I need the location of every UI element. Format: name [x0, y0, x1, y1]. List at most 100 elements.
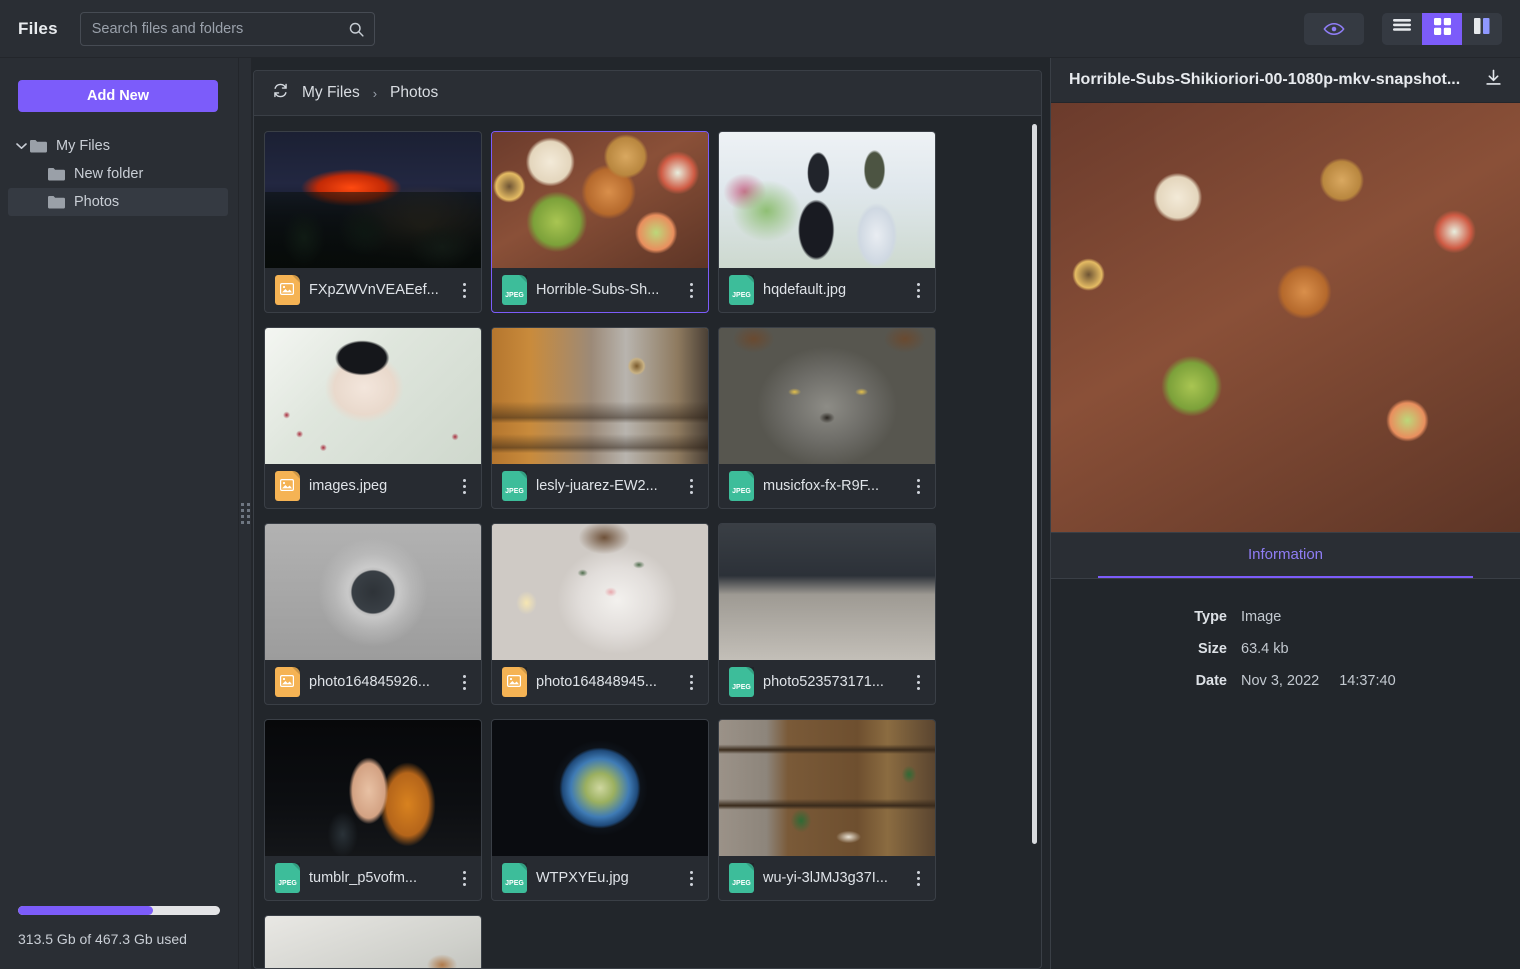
grid-view-button[interactable] [1422, 13, 1462, 45]
details-header: Horrible-Subs-Shikioriori-00-1080p-mkv-s… [1051, 58, 1520, 103]
file-menu-button[interactable] [908, 871, 928, 886]
tree-item-my-files[interactable]: My Files [8, 132, 228, 160]
file-name: wu-yi-3lJMJ3g37I... [763, 870, 899, 886]
file-card[interactable]: photo164848945... [491, 523, 709, 705]
search-field[interactable] [80, 12, 375, 46]
file-name: WTPXYEu.jpg [536, 870, 672, 886]
storage-bar [18, 906, 220, 915]
details-panel: Horrible-Subs-Shikioriori-00-1080p-mkv-s… [1050, 58, 1520, 969]
file-card-footer: JPEGHorrible-Subs-Sh... [492, 268, 708, 312]
vertical-scrollbar[interactable] [1032, 124, 1037, 844]
file-card-footer: JPEG wu-yi-3lJMJ3g37I... [719, 856, 935, 900]
folder-tree: My Files New folder Photos [0, 132, 238, 216]
refresh-icon[interactable] [272, 82, 289, 104]
info-key: Type [1051, 609, 1241, 625]
tab-information[interactable]: Information [1098, 533, 1473, 578]
storage-label: 313.5 Gb of 467.3 Gb used [18, 931, 220, 947]
picture-glyph-icon [280, 479, 294, 491]
file-thumbnail [265, 720, 481, 856]
file-menu-button[interactable] [681, 283, 701, 298]
thumbnail-image [719, 132, 935, 268]
file-card[interactable]: JPEGHorrible-Subs-Sh... [491, 131, 709, 313]
file-browser: My Files › Photos FXpZWVnVEAEef...JPEGHo… [253, 70, 1042, 969]
thumbnail-image [719, 524, 935, 660]
image-file-icon [502, 667, 527, 697]
download-button[interactable] [1482, 68, 1504, 92]
file-menu-button[interactable] [681, 675, 701, 690]
file-menu-button[interactable] [908, 479, 928, 494]
file-thumbnail [492, 720, 708, 856]
search-input[interactable] [81, 13, 374, 45]
file-type-badge: JPEG [278, 880, 297, 887]
jpeg-file-icon: JPEG [275, 863, 300, 893]
thumbnail-image [265, 132, 481, 268]
file-name: musicfox-fx-R9F... [763, 478, 899, 494]
file-thumbnail [265, 132, 481, 268]
file-card[interactable]: images.jpeg [264, 327, 482, 509]
file-menu-button[interactable] [454, 479, 474, 494]
thumbnail-image [265, 328, 481, 464]
info-key: Size [1051, 641, 1241, 657]
jpeg-file-icon: JPEG [729, 863, 754, 893]
jpeg-file-icon: JPEG [502, 863, 527, 893]
columns-view-button[interactable] [1462, 13, 1502, 45]
grid-view-icon [1434, 18, 1451, 40]
file-name: lesly-juarez-EW2... [536, 478, 672, 494]
thumbnail-image [492, 132, 708, 268]
file-name: tumblr_p5vofm... [309, 870, 445, 886]
storage-bar-fill [18, 906, 153, 915]
file-card-footer: JPEG musicfox-fx-R9F... [719, 464, 935, 508]
file-menu-button[interactable] [454, 675, 474, 690]
file-card[interactable]: photo164845926... [264, 523, 482, 705]
file-menu-button[interactable] [681, 871, 701, 886]
tree-item-photos[interactable]: Photos [8, 188, 228, 216]
preview-toggle-button[interactable] [1304, 13, 1364, 45]
breadcrumb-item-photos[interactable]: Photos [390, 84, 438, 102]
file-card[interactable] [264, 915, 482, 968]
sidebar-resize-handle[interactable] [239, 58, 252, 969]
file-card[interactable]: FXpZWVnVEAEef... [264, 131, 482, 313]
file-thumbnail [492, 132, 708, 268]
info-row: DateNov 3, 202214:37:40 [1051, 673, 1520, 689]
info-value-main: Image [1241, 609, 1281, 625]
columns-view-icon [1474, 18, 1490, 39]
file-menu-button[interactable] [454, 871, 474, 886]
file-card-footer: photo164845926... [265, 660, 481, 704]
breadcrumb-separator: › [373, 86, 377, 101]
info-value-main: 63.4 kb [1241, 641, 1289, 657]
file-card-footer: images.jpeg [265, 464, 481, 508]
file-card[interactable]: JPEGhqdefault.jpg [718, 131, 936, 313]
storage-meter: 313.5 Gb of 467.3 Gb used [0, 906, 238, 969]
details-file-name: Horrible-Subs-Shikioriori-00-1080p-mkv-s… [1069, 71, 1472, 89]
file-card[interactable]: JPEGphoto523573171... [718, 523, 936, 705]
file-card[interactable]: JPEG WTPXYEu.jpg [491, 719, 709, 901]
image-file-icon [275, 667, 300, 697]
top-bar: Files [0, 0, 1520, 58]
thumbnail-image [492, 328, 708, 464]
chevron-down-icon[interactable] [12, 142, 30, 150]
file-card[interactable]: JPEG tumblr_p5vofm... [264, 719, 482, 901]
sidebar: Add New My Files New folder [0, 58, 239, 969]
file-card-footer: JPEGhqdefault.jpg [719, 268, 935, 312]
file-thumbnail [265, 916, 481, 968]
file-menu-button[interactable] [454, 283, 474, 298]
thumbnail-image [719, 720, 935, 856]
jpeg-file-icon: JPEG [729, 275, 754, 305]
drag-dots-icon [241, 503, 250, 524]
file-type-badge: JPEG [732, 488, 751, 495]
info-value-extra: 14:37:40 [1339, 673, 1395, 689]
list-view-button[interactable] [1382, 13, 1422, 45]
file-card-footer: FXpZWVnVEAEef... [265, 268, 481, 312]
tree-item-new-folder[interactable]: New folder [8, 160, 228, 188]
file-menu-button[interactable] [681, 479, 701, 494]
file-menu-button[interactable] [908, 283, 928, 298]
file-card[interactable]: JPEG wu-yi-3lJMJ3g37I... [718, 719, 936, 901]
breadcrumb-item-my-files[interactable]: My Files [302, 84, 360, 102]
add-new-button[interactable]: Add New [18, 80, 218, 112]
file-thumbnail [265, 328, 481, 464]
file-menu-button[interactable] [908, 675, 928, 690]
file-card[interactable]: JPEG lesly-juarez-EW2... [491, 327, 709, 509]
preview-image [1051, 103, 1520, 532]
file-card[interactable]: JPEG musicfox-fx-R9F... [718, 327, 936, 509]
jpeg-file-icon: JPEG [502, 471, 527, 501]
